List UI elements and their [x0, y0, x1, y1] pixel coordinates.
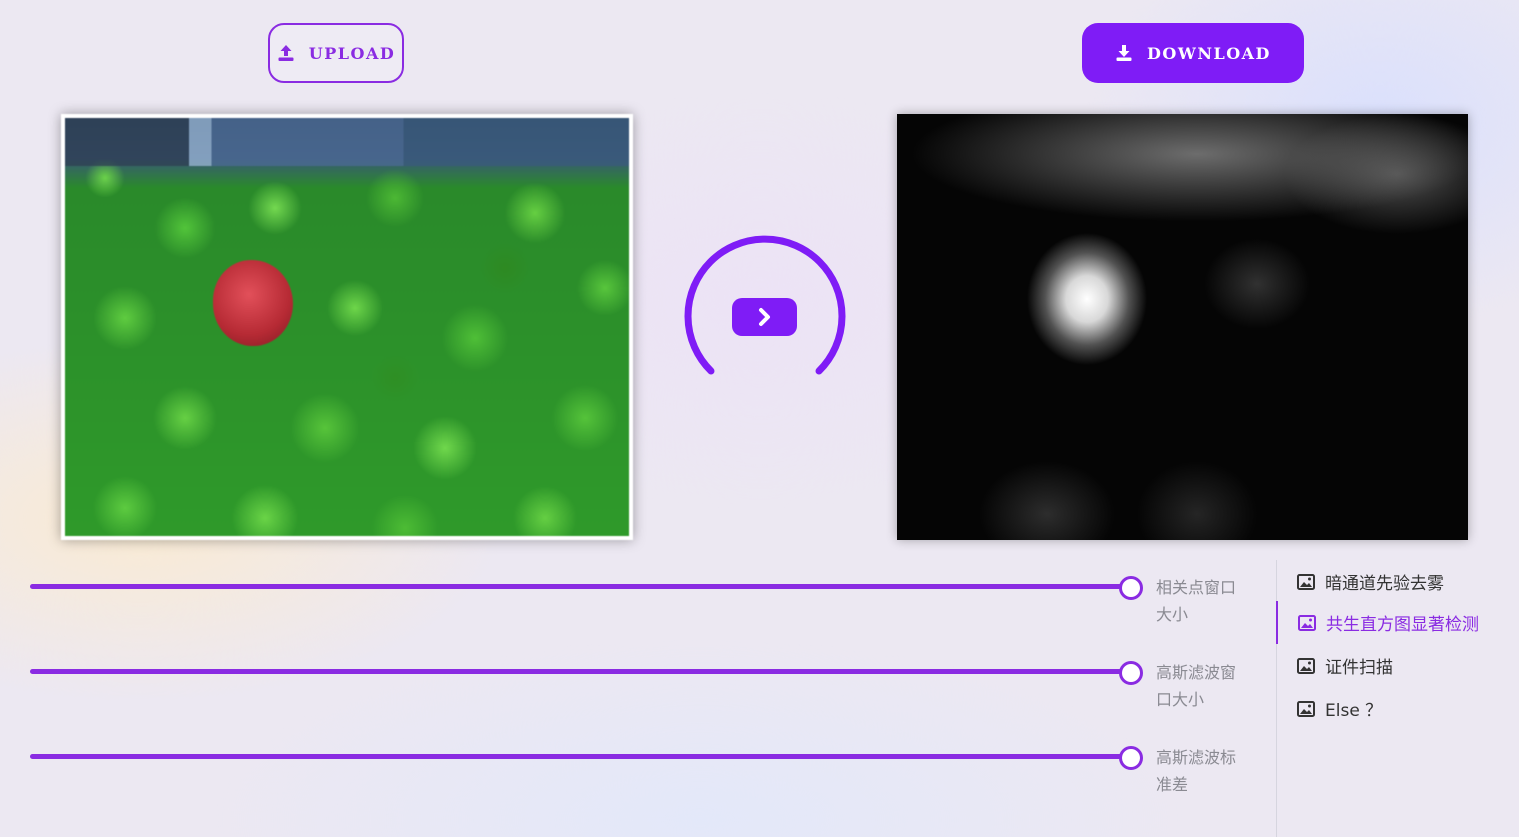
menu-item-label: 暗通道先验去雾: [1325, 574, 1444, 594]
upload-label: UPLOAD: [308, 43, 396, 63]
slider-label-gaussian-sigma: 高斯滤波标准差: [1156, 748, 1237, 794]
algorithm-menu: 暗通道先验去雾 共生直方图显著检测 证件扫描 Else ？: [1276, 560, 1519, 837]
download-button[interactable]: DOWNLOAD: [1082, 23, 1304, 83]
download-icon: [1116, 45, 1132, 61]
slider-track[interactable]: [30, 584, 1128, 589]
slider-track[interactable]: [30, 669, 1128, 674]
menu-item-dehaze[interactable]: 暗通道先验去雾: [1277, 560, 1517, 603]
slider-handle[interactable]: [1119, 746, 1143, 770]
slider-track[interactable]: [30, 754, 1128, 759]
menu-item-document-scan[interactable]: 证件扫描: [1277, 644, 1517, 687]
image-icon: [1297, 573, 1315, 590]
slider-correlation-window[interactable]: [30, 575, 1143, 600]
upload-button[interactable]: UPLOAD: [268, 23, 404, 83]
input-image: [61, 114, 633, 540]
slider-gaussian-window[interactable]: [30, 660, 1143, 685]
menu-item-saliency-detection[interactable]: 共生直方图显著检测: [1276, 601, 1516, 644]
slider-handle[interactable]: [1119, 576, 1143, 600]
menu-item-label: 证件扫描: [1325, 658, 1393, 678]
menu-item-label: 共生直方图显著检测: [1326, 615, 1479, 635]
peppers-image: [65, 118, 629, 536]
image-icon: [1298, 614, 1316, 631]
chevron-right-icon: [758, 308, 770, 326]
red-pepper: [213, 260, 293, 346]
slider-label-correlation-window: 相关点窗口大小: [1156, 578, 1237, 624]
slider-label-gaussian-window: 高斯滤波窗口大小: [1156, 663, 1237, 709]
image-icon: [1297, 700, 1315, 717]
menu-item-else[interactable]: Else ？: [1277, 687, 1517, 730]
process-button[interactable]: [732, 298, 797, 336]
download-label: DOWNLOAD: [1147, 43, 1271, 63]
slider-gaussian-sigma[interactable]: [30, 745, 1143, 770]
output-saliency-image: [897, 114, 1468, 540]
upload-icon: [278, 45, 294, 61]
slider-handle[interactable]: [1119, 661, 1143, 685]
image-icon: [1297, 657, 1315, 674]
menu-item-label: Else ？: [1325, 701, 1383, 721]
market-stall-background: [65, 118, 629, 166]
